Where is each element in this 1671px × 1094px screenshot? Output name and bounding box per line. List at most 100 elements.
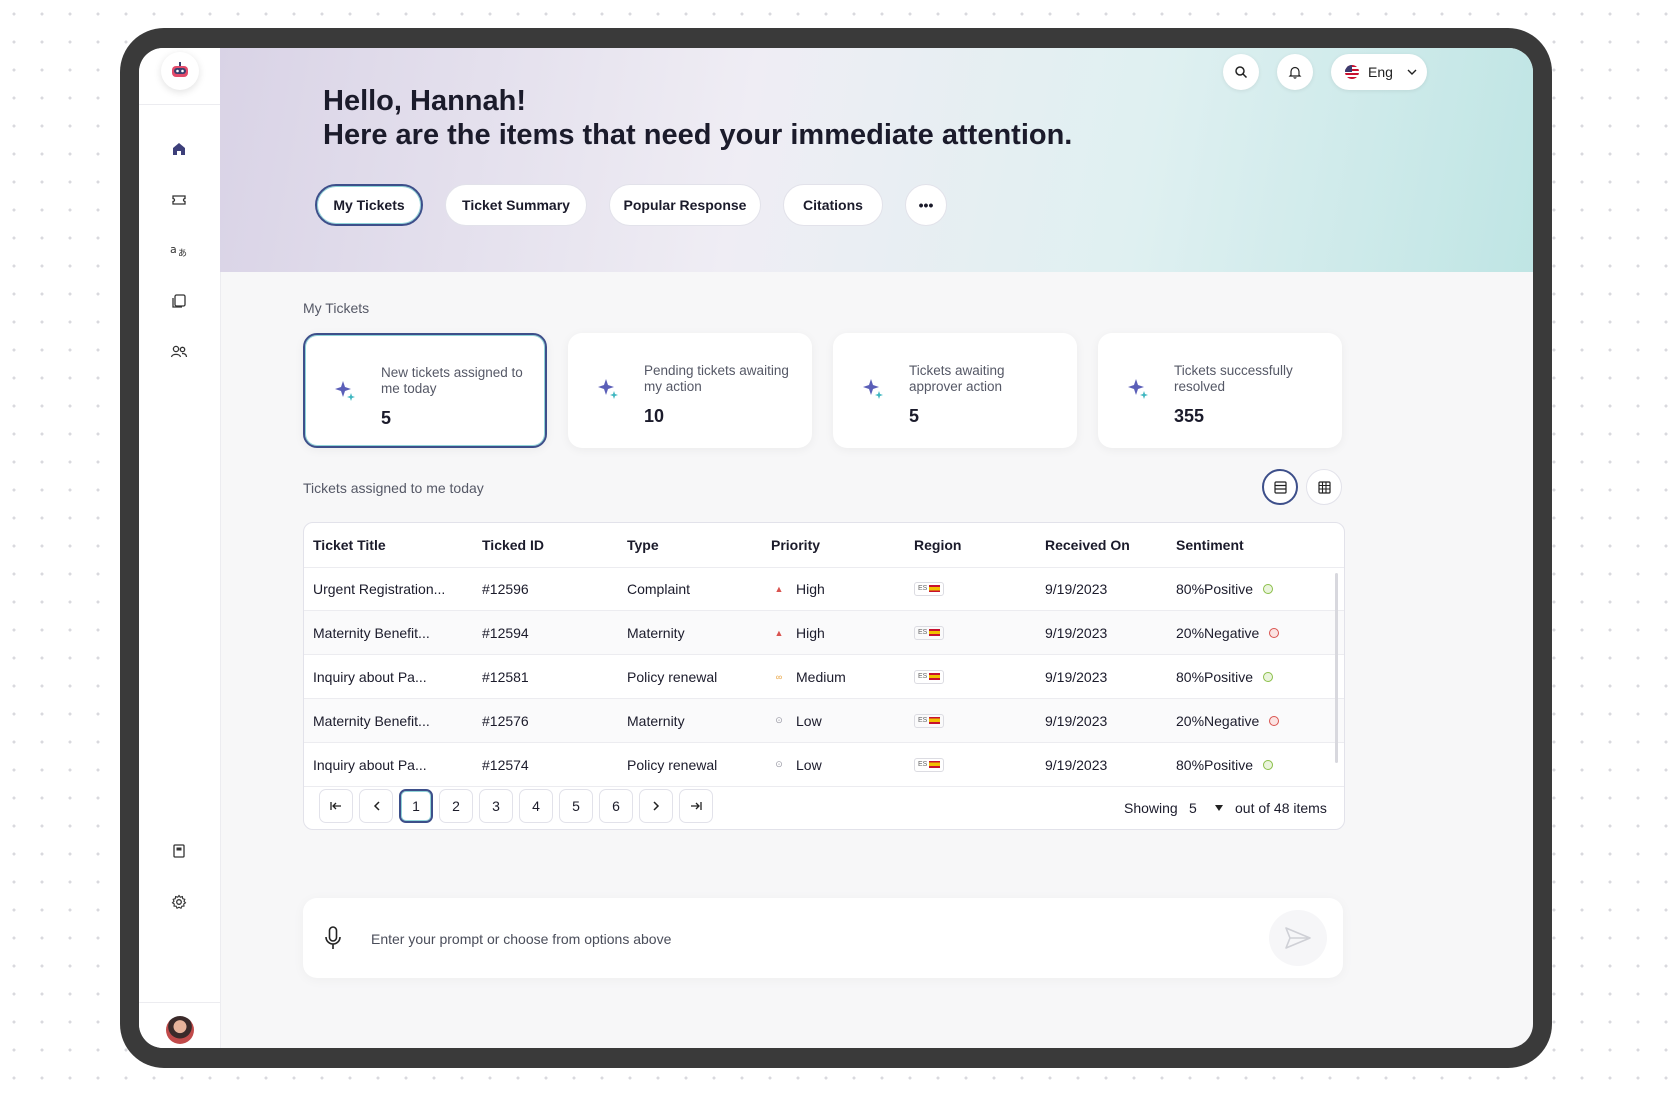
ticket-type: Policy renewal: [627, 668, 718, 685]
table-row[interactable]: Inquiry about Pa... #12581 Policy renewa…: [304, 655, 1344, 699]
region-code: ES: [918, 629, 928, 636]
stat-card-awaiting-approver[interactable]: Tickets awaiting approver action 5: [833, 333, 1077, 448]
ticket-sentiment: 80%Positive: [1176, 668, 1254, 685]
pagination-bar: 1 2 3 4 5 6 Showing 5 out of 48 items: [304, 786, 1344, 829]
notifications-button[interactable]: [1277, 54, 1313, 90]
search-icon: [1235, 66, 1248, 79]
table-row[interactable]: Maternity Benefit... #12576 Maternity ⊙ L…: [304, 699, 1344, 743]
header-banner: Hello, Hannah! Here are the items that n…: [220, 48, 1533, 272]
first-page-button[interactable]: [319, 789, 353, 823]
last-page-button[interactable]: [679, 789, 713, 823]
language-label: Eng: [1368, 64, 1393, 80]
first-page-icon: [330, 802, 341, 810]
ticket-sentiment: 80%Positive: [1176, 756, 1254, 773]
user-avatar[interactable]: [166, 1016, 194, 1044]
language-selector[interactable]: Eng: [1331, 54, 1427, 90]
next-page-button[interactable]: [639, 789, 673, 823]
ticket-priority: High: [796, 580, 825, 597]
list-view-button[interactable]: [1262, 469, 1298, 505]
grid-view-icon: [1317, 480, 1331, 494]
column-header[interactable]: Ticked ID: [482, 523, 544, 567]
grid-view-button[interactable]: [1306, 469, 1342, 505]
showing-label: Showing: [1124, 799, 1178, 816]
priority-low-icon: ⊙: [775, 759, 783, 769]
received-date: 9/19/2023: [1045, 624, 1108, 641]
stat-card-label: Tickets awaiting approver action: [909, 363, 1005, 394]
us-flag-icon: [1345, 65, 1359, 79]
page-button[interactable]: 2: [439, 789, 473, 823]
column-header[interactable]: Region: [914, 523, 961, 567]
page-button[interactable]: 6: [599, 789, 633, 823]
table-row[interactable]: Urgent Registration... #12596 Complaint …: [304, 567, 1344, 611]
ticket-sentiment: 20%Negative: [1176, 712, 1260, 729]
last-page-icon: [691, 802, 702, 810]
positive-smiley-icon: [1263, 759, 1274, 770]
page-button[interactable]: 4: [519, 789, 553, 823]
ticket-title: Maternity Benefit...: [313, 624, 430, 641]
svg-text:あ: あ: [178, 248, 187, 258]
spain-flag-icon: ES: [914, 581, 945, 596]
stat-card-new-tickets[interactable]: New tickets assigned to me today 5: [303, 333, 547, 448]
chevron-left-icon: [373, 801, 380, 811]
bot-logo-icon[interactable]: [161, 52, 199, 90]
page-size-select[interactable]: 5: [1189, 786, 1223, 829]
column-header[interactable]: Ticket Title: [313, 523, 386, 567]
search-button[interactable]: [1223, 54, 1259, 90]
ticket-type: Complaint: [627, 580, 691, 597]
more-options-button[interactable]: •••: [905, 184, 947, 226]
ticket-id: #12581: [482, 668, 529, 685]
prev-page-button[interactable]: [359, 789, 393, 823]
tab-my-tickets[interactable]: My Tickets: [315, 184, 423, 226]
stat-card-value: 10: [644, 406, 665, 426]
ticket-title: Urgent Registration...: [313, 580, 446, 597]
priority-high-icon: ▲: [774, 627, 784, 638]
send-button[interactable]: [1269, 910, 1327, 966]
region-code: ES: [918, 673, 928, 680]
book-icon[interactable]: [166, 838, 192, 864]
stat-card-value: 5: [909, 406, 920, 426]
negative-face-icon: [1269, 715, 1280, 726]
translate-icon[interactable]: aあ: [166, 237, 192, 263]
home-icon[interactable]: [166, 136, 192, 162]
ticket-type: Maternity: [627, 624, 685, 641]
sidebar-divider: [139, 1002, 220, 1003]
table-row[interactable]: Maternity Benefit... #12594 Maternity ▲ H…: [304, 611, 1344, 655]
ticket-id: #12596: [482, 580, 529, 597]
documents-icon[interactable]: [166, 288, 192, 314]
column-header[interactable]: Received On: [1045, 523, 1130, 567]
chevron-right-icon: [652, 801, 659, 811]
sparkle-icon: [335, 381, 355, 401]
ticket-priority: High: [796, 624, 825, 641]
positive-smiley-icon: [1263, 671, 1274, 682]
table-scrollbar[interactable]: [1335, 573, 1338, 763]
users-icon[interactable]: [166, 339, 192, 365]
total-items-label: out of 48 items: [1235, 799, 1327, 816]
table-row[interactable]: Inquiry about Pa... #12574 Policy renewa…: [304, 743, 1344, 787]
priority-high-icon: ▲: [774, 583, 784, 594]
svg-text:a: a: [170, 243, 177, 256]
page-button[interactable]: 1: [399, 789, 433, 823]
priority-low-icon: ⊙: [775, 715, 783, 725]
region-code: ES: [918, 585, 928, 592]
stat-card-resolved[interactable]: Tickets successfully resolved 355: [1098, 333, 1342, 448]
sidebar-divider: [139, 104, 220, 105]
ticket-icon[interactable]: [166, 187, 192, 213]
tab-popular-response[interactable]: Popular Response: [609, 184, 761, 226]
region-code: ES: [918, 717, 928, 724]
app-screen: aあ Hello, Hannah! Here are the items tha…: [139, 48, 1533, 1048]
stat-card-pending-tickets[interactable]: Pending tickets awaiting my action 10: [568, 333, 812, 448]
ticket-priority: Low: [796, 712, 822, 729]
received-date: 9/19/2023: [1045, 756, 1108, 773]
region-code: ES: [918, 761, 928, 768]
tab-citations[interactable]: Citations: [783, 184, 883, 226]
prompt-input[interactable]: [369, 924, 1253, 954]
microphone-icon[interactable]: [321, 924, 345, 952]
column-header[interactable]: Priority: [771, 523, 820, 567]
sparkle-icon: [1128, 379, 1148, 399]
settings-gear-icon[interactable]: [166, 889, 192, 915]
page-button[interactable]: 5: [559, 789, 593, 823]
tab-ticket-summary[interactable]: Ticket Summary: [445, 184, 587, 226]
column-header[interactable]: Sentiment: [1176, 523, 1244, 567]
page-button[interactable]: 3: [479, 789, 513, 823]
column-header[interactable]: Type: [627, 523, 659, 567]
